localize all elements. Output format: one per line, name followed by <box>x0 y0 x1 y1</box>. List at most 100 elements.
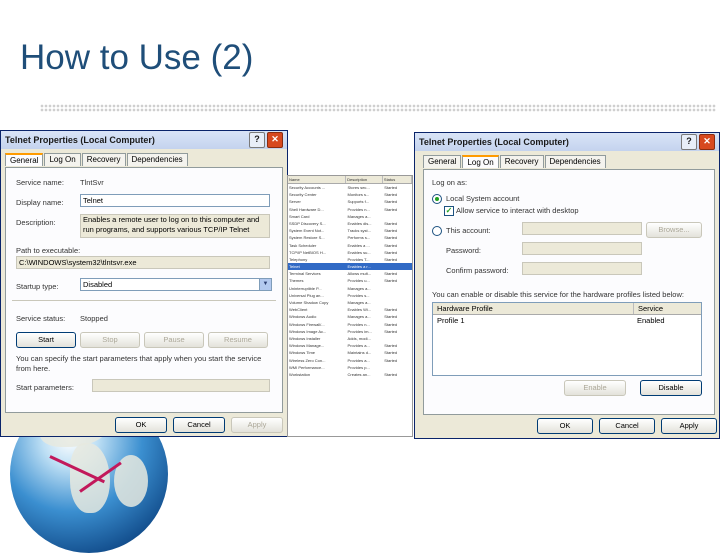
apply-button[interactable]: Apply <box>661 418 717 434</box>
start-button[interactable]: Start <box>16 332 76 348</box>
service-name-cell: Task Scheduler <box>289 242 317 248</box>
tab-general[interactable]: General <box>423 155 462 168</box>
table-row[interactable]: Windows Installer Adds, modi... <box>288 335 412 342</box>
interact-desktop-label: Allow service to interact with desktop <box>456 206 579 215</box>
local-system-radio[interactable] <box>432 194 442 204</box>
description-field[interactable]: Enables a remote user to log on to this … <box>80 214 270 238</box>
cancel-button[interactable]: Cancel <box>173 417 225 433</box>
tab-recovery[interactable]: Recovery <box>81 153 126 166</box>
password-field[interactable] <box>522 242 642 255</box>
table-row[interactable]: Profile 1 Enabled <box>433 315 701 326</box>
service-status-cell: Started <box>384 321 398 327</box>
cancel-button[interactable]: Cancel <box>599 418 655 434</box>
help-button[interactable]: ? <box>249 132 265 148</box>
table-row[interactable]: Server Supports f... Started <box>288 198 412 205</box>
this-account-radio[interactable] <box>432 226 442 236</box>
column-header-status[interactable]: Status <box>383 176 412 183</box>
service-description-cell: Provides a... <box>347 357 370 363</box>
ok-button[interactable]: OK <box>115 417 167 433</box>
table-row[interactable]: WebClient Enables Wi... Started <box>288 306 412 313</box>
account-field[interactable] <box>522 222 642 235</box>
display-name-field[interactable]: Telnet <box>80 194 270 207</box>
service-description-cell: Adds, modi... <box>347 335 371 341</box>
tab-log-on[interactable]: Log On <box>44 153 81 166</box>
table-row[interactable]: Security Center Monitors s... Started <box>288 191 412 198</box>
tab-dependencies[interactable]: Dependencies <box>126 153 188 166</box>
table-row[interactable]: Terminal Services Allows mult... Started <box>288 270 412 277</box>
service-status-cell: Started <box>384 357 398 363</box>
table-row[interactable]: Universal Plug an... Provides s... <box>288 292 412 299</box>
hardware-profiles-list[interactable]: Hardware Profile Service Profile 1 Enabl… <box>432 302 702 376</box>
table-row[interactable]: Shell Hardware D... Provides n... Started <box>288 206 412 213</box>
service-name-cell: Terminal Services <box>289 271 321 277</box>
confirm-password-field[interactable] <box>522 262 642 275</box>
table-row[interactable]: WMI Performance... Provides p... <box>288 364 412 371</box>
chevron-down-icon[interactable]: ▼ <box>259 279 271 290</box>
tab-recovery[interactable]: Recovery <box>499 155 544 168</box>
apply-button[interactable]: Apply <box>231 417 283 433</box>
description-label: Description: <box>16 218 56 227</box>
pause-button[interactable]: Pause <box>144 332 204 348</box>
services-list-header: Name Description Status <box>288 176 412 184</box>
table-row[interactable]: Volume Shadow Copy Manages a... <box>288 299 412 306</box>
table-row[interactable]: Wireless Zero Con... Provides a... Started <box>288 357 412 364</box>
general-panel: Service name: TlntSvr Display name: Teln… <box>5 167 283 413</box>
table-row[interactable]: Windows Time Maintains d... Started <box>288 349 412 356</box>
table-row[interactable]: TCP/IP NetBIOS H... Enables su... Started <box>288 249 412 256</box>
interact-desktop-checkbox[interactable]: ✓ <box>444 206 454 216</box>
help-button[interactable]: ? <box>681 134 697 150</box>
table-row[interactable]: Windows Image Ac... Provides im... Started <box>288 328 412 335</box>
service-status-cell: Started <box>384 228 398 234</box>
service-status-cell <box>383 335 412 342</box>
column-header-service[interactable]: Service <box>634 303 663 314</box>
table-row[interactable]: Workstation Creates an... Started <box>288 371 412 378</box>
start-params-field[interactable] <box>92 379 270 392</box>
table-row[interactable]: Windows Firewall/... Provides n... Started <box>288 321 412 328</box>
table-row[interactable]: Windows Manage... Provides a... Started <box>288 342 412 349</box>
service-description-cell: Manages a... <box>347 213 371 219</box>
startup-type-select[interactable]: Disabled ▼ <box>80 278 272 291</box>
table-row[interactable]: Smart Card Manages a... <box>288 213 412 220</box>
table-row[interactable]: Telnet Enables a r... <box>288 263 412 271</box>
telnet-properties-logon-dialog: Telnet Properties (Local Computer) ? ✕ G… <box>414 132 720 439</box>
service-status-cell: Started <box>384 220 398 226</box>
service-name-cell: Security Center <box>289 192 317 198</box>
table-row[interactable]: Windows Audio Manages a... Started <box>288 313 412 320</box>
close-button[interactable]: ✕ <box>699 134 715 150</box>
close-button[interactable]: ✕ <box>267 132 283 148</box>
table-row[interactable]: SSDP Discovery S... Enables dis... Started <box>288 220 412 227</box>
service-name-value: TlntSvr <box>80 178 104 187</box>
service-status-cell: Started <box>384 307 398 313</box>
service-status-cell: Started <box>384 271 398 277</box>
table-row[interactable]: Uninterruptible P... Manages a... <box>288 285 412 292</box>
service-description-cell: Enables a r... <box>347 264 371 270</box>
service-status-cell: Started <box>384 199 398 205</box>
table-row[interactable]: Telephony Provides T... Started <box>288 256 412 263</box>
dialog-title: Telnet Properties (Local Computer) <box>419 137 569 147</box>
ok-button[interactable]: OK <box>537 418 593 434</box>
table-row[interactable]: System Event Not... Tracks syst... Started <box>288 227 412 234</box>
column-header-name[interactable]: Name <box>288 176 347 183</box>
service-description-cell: Supports f... <box>347 199 370 205</box>
disable-button[interactable]: Disable <box>640 380 702 396</box>
enable-button[interactable]: Enable <box>564 380 626 396</box>
resume-button[interactable]: Resume <box>208 332 268 348</box>
table-row[interactable]: System Restore S... Performs s... Started <box>288 234 412 241</box>
tab-log-on[interactable]: Log On <box>462 155 499 168</box>
tab-general[interactable]: General <box>5 153 44 166</box>
stop-button[interactable]: Stop <box>80 332 140 348</box>
service-description-cell: Provides T... <box>347 256 370 262</box>
start-params-note-line-1: You can specify the start parameters tha… <box>16 354 262 363</box>
column-header-hardware-profile[interactable]: Hardware Profile <box>433 303 634 314</box>
table-row[interactable]: Security Accounts ... Stores sec... Starte… <box>288 184 412 191</box>
services-list[interactable]: Name Description Status Security Account… <box>287 175 413 437</box>
service-name-cell: WMI Performance... <box>289 364 325 370</box>
table-row[interactable]: Themes Provides u... Started <box>288 277 412 284</box>
service-name-cell: Windows Audio <box>289 314 317 320</box>
tab-dependencies[interactable]: Dependencies <box>544 155 606 168</box>
service-description-cell: Stores sec... <box>347 185 370 190</box>
column-header-description[interactable]: Description <box>346 176 383 183</box>
browse-button[interactable]: Browse... <box>646 222 702 238</box>
hardware-profiles-note: You can enable or disable this service f… <box>432 290 684 299</box>
table-row[interactable]: Task Scheduler Enables a ... Started <box>288 242 412 249</box>
